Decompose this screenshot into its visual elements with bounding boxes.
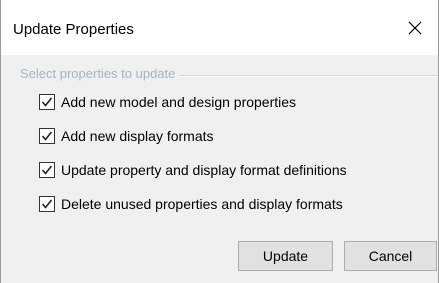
checkbox-delete-unused[interactable] xyxy=(39,196,55,212)
checkmark-icon xyxy=(41,131,53,141)
checkmark-icon xyxy=(41,97,53,107)
checkbox-add-model-design-properties[interactable] xyxy=(39,94,55,110)
title-bar: Update Properties xyxy=(1,0,438,55)
option-delete-unused[interactable]: Delete unused properties and display for… xyxy=(39,194,434,214)
option-label: Add new display formats xyxy=(61,128,214,144)
option-add-model-design-properties[interactable]: Add new model and design properties xyxy=(39,92,434,112)
dialog-title: Update Properties xyxy=(13,21,134,38)
option-update-definitions[interactable]: Update property and display format defin… xyxy=(39,160,434,180)
options-list: Add new model and design properties Add … xyxy=(39,92,434,228)
close-button[interactable] xyxy=(392,0,438,55)
close-icon xyxy=(408,21,422,34)
update-properties-dialog: Update Properties Select properties to u… xyxy=(0,0,439,283)
group-box-header: Select properties to update xyxy=(20,66,438,82)
checkmark-icon xyxy=(41,199,53,209)
option-add-display-formats[interactable]: Add new display formats xyxy=(39,126,434,146)
cancel-button[interactable]: Cancel xyxy=(344,241,437,271)
option-label: Delete unused properties and display for… xyxy=(61,196,343,212)
group-label: Select properties to update xyxy=(20,66,180,81)
checkbox-update-definitions[interactable] xyxy=(39,162,55,178)
option-label: Update property and display format defin… xyxy=(61,162,347,178)
update-button[interactable]: Update xyxy=(238,241,333,271)
checkbox-add-display-formats[interactable] xyxy=(39,128,55,144)
option-label: Add new model and design properties xyxy=(61,94,297,110)
checkmark-icon xyxy=(41,165,53,175)
